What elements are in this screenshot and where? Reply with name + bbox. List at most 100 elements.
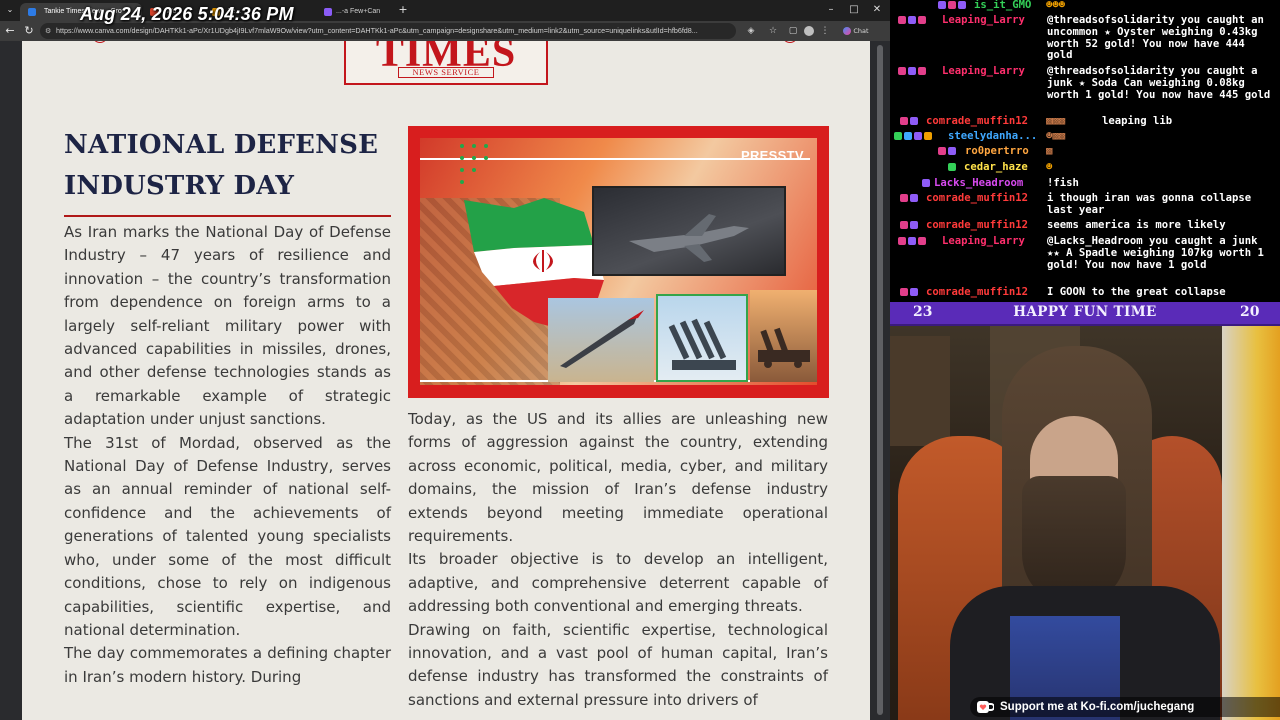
headline-divider (64, 215, 391, 217)
stream-chat: is_it_GMO ☻☻☻ Leaping_Larry @threadsofso… (890, 0, 1280, 302)
launcher-photo (656, 294, 748, 382)
kofi-cup-icon (977, 701, 994, 713)
article-headline: NATIONAL DEFENSE INDUSTRY DAY (64, 130, 379, 201)
chat-badges (900, 194, 920, 203)
tab-search-icon[interactable]: ⌄ (3, 2, 17, 18)
browser-window: ⌄ Tankie Times News - Cro Wo... Te... ..… (0, 0, 890, 720)
paragraph: Drawing on faith, scientific expertise, … (408, 620, 828, 709)
kofi-banner[interactable]: Support me at Ko-fi.com/juchegang (970, 697, 1280, 717)
paragraph: Its broader objective is to develop an i… (408, 550, 828, 616)
banner-title: HAPPY FUN TIME (1013, 304, 1157, 320)
paragraph: The day commemorates a defining chapter … (64, 644, 391, 686)
timestamp-overlay: Aug 24, 2026 5:04:36 PM (80, 4, 294, 24)
dot (484, 156, 488, 160)
address-bar[interactable]: ⚙ https://www.canva.com/design/DAHTKk1-a… (40, 23, 736, 39)
page-scrollbar[interactable] (874, 41, 886, 720)
dot (460, 156, 464, 160)
chat-text: @threadsofsolidarity you caught an uncom… (1047, 14, 1271, 62)
profile-avatar[interactable] (802, 24, 816, 38)
dot (472, 168, 476, 172)
chat-username: Leaping_Larry (942, 235, 1025, 247)
chat-icon (843, 27, 852, 35)
chat-username: steelydanha... (948, 130, 1038, 142)
launcher-icon (668, 318, 736, 370)
masthead-logo: TIMES NEWS SERVICE (344, 41, 548, 85)
missile-icon (560, 310, 644, 368)
decorative-circle-right (782, 41, 798, 43)
chat-username: comrade_muffin12 (926, 115, 1029, 127)
fighter-jet-photo (592, 186, 786, 276)
chat-badges (900, 221, 920, 230)
left-column: As Iran marks the National Day of Defens… (64, 221, 391, 689)
chat-username: comrade_muffin12 (926, 286, 1029, 298)
tab-label: ...-a Few+Can (336, 8, 381, 15)
featured-image-photo: PRESSTV (420, 138, 817, 385)
featured-image: PRESSTV (408, 126, 829, 398)
bookmark-icon[interactable]: ☆ (766, 24, 780, 38)
menu-icon[interactable]: ⋮ (818, 24, 832, 38)
chat-text: @threadsofsolidarity you caught a junk ★… (1047, 65, 1271, 101)
chat-badges (938, 147, 958, 156)
chat-username: Leaping_Larry (942, 14, 1025, 26)
decorative-circle-left (92, 41, 108, 43)
chat-badges (894, 132, 934, 141)
chat-badges (922, 179, 932, 188)
masthead-subtitle: NEWS SERVICE (398, 67, 494, 78)
dot (460, 168, 464, 172)
chat-username: cedar_haze (964, 161, 1028, 173)
chat-username: comrade_muffin12 (926, 192, 1029, 204)
image-brand-label: PRESSTV (741, 148, 804, 163)
chat-username: comrade_muffin12 (926, 219, 1029, 231)
scrollbar-thumb[interactable] (877, 45, 883, 715)
reload-icon[interactable]: ↻ (22, 23, 36, 39)
maximize-button[interactable]: □ (845, 3, 863, 17)
dot (472, 156, 476, 160)
emote-icons: ☻ (1046, 161, 1053, 173)
bookcase (890, 336, 950, 446)
jet-icon (629, 214, 749, 262)
paragraph: The 31st of Mordad, observed as the Nati… (64, 433, 391, 639)
chat-text: !fish (1047, 177, 1079, 189)
article-page: TIMES NEWS SERVICE NATIONAL DEFENSE INDU… (22, 41, 870, 720)
chat-username: ro0pertrro (965, 145, 1029, 157)
chat-button[interactable]: Chat (838, 24, 874, 38)
kofi-text: Support me at Ko-fi.com/juchegang (1000, 701, 1195, 713)
dot (472, 144, 476, 148)
chat-badges (898, 16, 928, 25)
close-window-button[interactable]: ✕ (868, 3, 886, 17)
paragraph: Today, as the US and its allies are unle… (408, 410, 828, 546)
chat-username: Lacks_Headroom (934, 177, 1024, 189)
chat-text: seems america is more likely (1047, 219, 1226, 231)
stream-banner: 23 HAPPY FUN TIME 20 (890, 302, 1280, 326)
chat-badges (898, 67, 928, 76)
url-text: https://www.canva.com/design/DAHTKk1-aPc… (56, 26, 698, 35)
chat-badges (898, 237, 928, 246)
chat-username: Leaping_Larry (942, 65, 1025, 77)
emote-icons: ▩▩▩ (1046, 115, 1066, 127)
tab-favicon-icon (28, 8, 36, 16)
chat-text: @Lacks_Headroom you caught a junk ★★ A S… (1047, 235, 1271, 271)
chat-badges (948, 163, 958, 172)
banner-right-number: 20 (1240, 304, 1260, 320)
chat-badges (900, 117, 920, 126)
dot (460, 144, 464, 148)
minimize-button[interactable]: – (822, 3, 840, 17)
chat-username: is_it_GMO (974, 0, 1032, 11)
emote-icons: ☻☻☻ (1046, 0, 1066, 11)
site-info-icon[interactable]: ⚙ (45, 26, 53, 36)
cast-icon[interactable]: ▢ (786, 24, 800, 38)
truck-icon (758, 327, 810, 368)
back-icon[interactable]: ← (3, 23, 17, 39)
extension-icon[interactable]: ◈ (744, 24, 758, 38)
convoy-photo (750, 290, 817, 382)
flag-on-wall (1222, 326, 1280, 720)
missile-launch-photo (548, 298, 654, 382)
chat-text: I GOON to the great collapse (1047, 286, 1226, 298)
chat-text: i though iran was gonna collapse last ye… (1047, 192, 1258, 216)
dot (484, 144, 488, 148)
chat-badges (900, 288, 920, 297)
new-tab-button[interactable]: + (396, 2, 410, 18)
emote-icons: ▩ (1046, 145, 1053, 157)
page-viewport: TIMES NEWS SERVICE NATIONAL DEFENSE INDU… (0, 41, 890, 720)
chat-text: leaping lib (1102, 115, 1173, 127)
